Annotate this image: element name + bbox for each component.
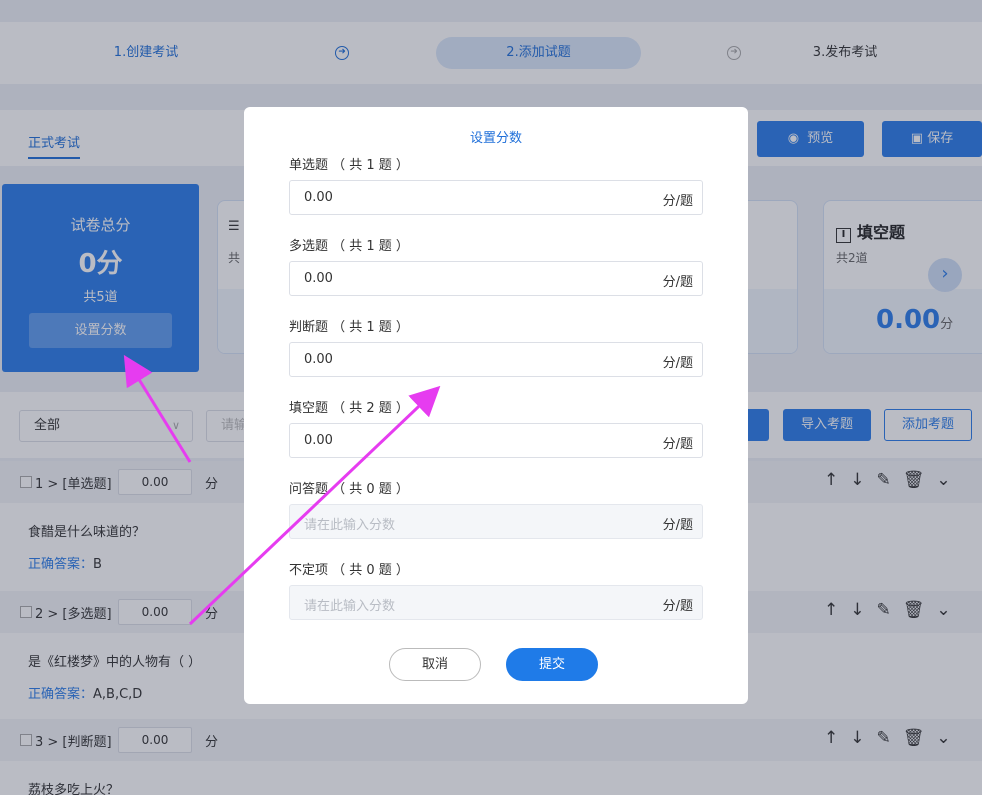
annotation-arrow xyxy=(188,385,441,626)
annotation-arrows xyxy=(123,354,441,626)
annotation-arrow xyxy=(123,354,192,463)
